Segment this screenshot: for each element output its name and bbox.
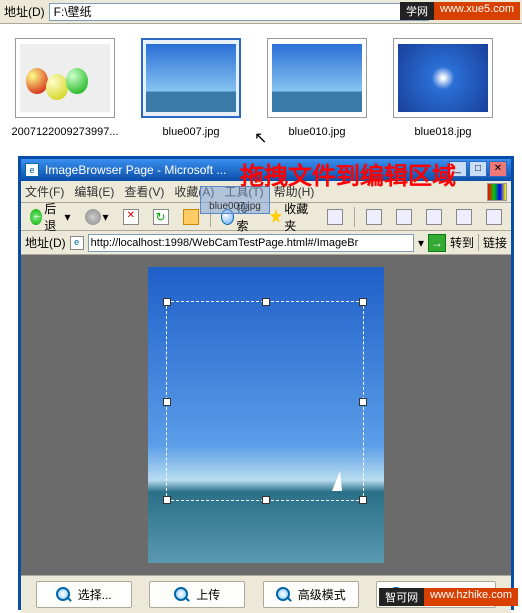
crop-handle-e[interactable] (359, 398, 367, 406)
crop-handle-s[interactable] (262, 496, 270, 504)
print-icon (396, 209, 412, 225)
links-label[interactable]: 链接 (478, 234, 507, 251)
crop-handle-w[interactable] (163, 398, 171, 406)
edit-icon (426, 209, 442, 225)
go-button[interactable]: → (428, 234, 446, 252)
menu-view[interactable]: 查看(V) (124, 183, 164, 200)
address-label: 地址(D) (4, 3, 45, 20)
print-button[interactable] (391, 206, 417, 228)
close-button[interactable]: ✕ (489, 161, 507, 177)
history-button[interactable] (322, 206, 348, 228)
menu-edit[interactable]: 编辑(E) (74, 183, 114, 200)
menu-file[interactable]: 文件(F) (25, 183, 64, 200)
crop-handle-nw[interactable] (163, 298, 171, 306)
window-title: ImageBrowser Page - Microsoft ... (45, 163, 226, 177)
magnifier-icon (174, 587, 190, 603)
thumb-label: 2007122009273997... (10, 126, 120, 138)
messenger-button[interactable] (481, 206, 507, 228)
editor-image[interactable] (148, 267, 384, 563)
advanced-button[interactable]: 高级模式 (263, 581, 359, 608)
menubar: 文件(F) 编辑(E) 查看(V) 收藏(A) 工具(T) 帮助(H) (21, 181, 511, 203)
mail-icon (366, 209, 382, 225)
thumb-label: blue007.jpg (136, 126, 246, 138)
ie-logo-icon (487, 183, 507, 201)
magnifier-icon (56, 587, 72, 603)
maximize-button[interactable]: □ (469, 161, 487, 177)
home-icon (183, 209, 199, 225)
top-badges: 学网 www.xue5.com (400, 2, 520, 20)
stop-icon (123, 209, 139, 225)
explorer-path-input[interactable] (49, 3, 429, 21)
stop-button[interactable] (118, 206, 144, 228)
address-label: 地址(D) (25, 234, 66, 251)
discuss-button[interactable] (451, 206, 477, 228)
minimize-button[interactable]: _ (449, 161, 467, 177)
ie-icon: e (25, 163, 39, 177)
watermark: 智可网 www.hzhike.com (379, 588, 518, 606)
badge-xuewang: 学网 (400, 2, 434, 20)
badge-zhike: 智可网 (379, 588, 424, 606)
back-icon (30, 209, 42, 225)
badge-hzhike: www.hzhike.com (424, 588, 518, 606)
titlebar[interactable]: e ImageBrowser Page - Microsoft ... _ □ … (21, 159, 511, 181)
thumb-item[interactable]: 2007122009273997... (10, 38, 120, 166)
separator (354, 207, 355, 227)
crop-handle-se[interactable] (359, 496, 367, 504)
menu-tools[interactable]: 工具(T) (224, 183, 263, 200)
discuss-icon (456, 209, 472, 225)
search-icon (221, 209, 234, 225)
thumb-label: blue018.jpg (388, 126, 498, 138)
home-button[interactable] (178, 206, 204, 228)
forward-icon (85, 209, 101, 225)
crop-handle-n[interactable] (262, 298, 270, 306)
ie-window: e ImageBrowser Page - Microsoft ... _ □ … (18, 156, 514, 610)
magnifier-icon (276, 587, 292, 603)
history-icon (327, 209, 343, 225)
menu-help[interactable]: 帮助(H) (274, 183, 315, 200)
refresh-button[interactable]: ↻ (148, 206, 174, 228)
badge-xue5: www.xue5.com (434, 2, 520, 20)
refresh-icon: ↻ (153, 209, 169, 225)
crop-selection[interactable] (166, 301, 364, 501)
thumb-label: blue010.jpg (262, 126, 372, 138)
url-input[interactable] (88, 234, 414, 252)
separator (210, 207, 211, 227)
thumbnail-pane: 2007122009273997... blue007.jpg blue010.… (0, 24, 522, 170)
forward-button[interactable]: ▾ (80, 206, 114, 228)
ie-address-bar: 地址(D) e ▾ → 转到 链接 (21, 231, 511, 255)
toolbar: 后退▾ ▾ ↻ 搜索 收藏夹 (21, 203, 511, 231)
crop-handle-ne[interactable] (359, 298, 367, 306)
thumb-item[interactable]: blue010.jpg (262, 38, 372, 166)
thumb-item[interactable]: blue018.jpg (388, 38, 498, 166)
explorer-address-bar: 地址(D) 学网 www.xue5.com (0, 0, 522, 24)
crop-handle-sw[interactable] (163, 496, 171, 504)
editor-area[interactable] (21, 255, 511, 575)
thumb-item[interactable]: blue007.jpg (136, 38, 246, 166)
mail-button[interactable] (361, 206, 387, 228)
upload-button[interactable]: 上传 (149, 581, 245, 608)
star-icon (269, 209, 282, 225)
messenger-icon (486, 209, 502, 225)
go-label: 转到 (450, 234, 474, 251)
edit-button[interactable] (421, 206, 447, 228)
menu-favorites[interactable]: 收藏(A) (174, 183, 214, 200)
select-button[interactable]: 选择... (36, 581, 132, 608)
page-icon: e (70, 236, 84, 250)
